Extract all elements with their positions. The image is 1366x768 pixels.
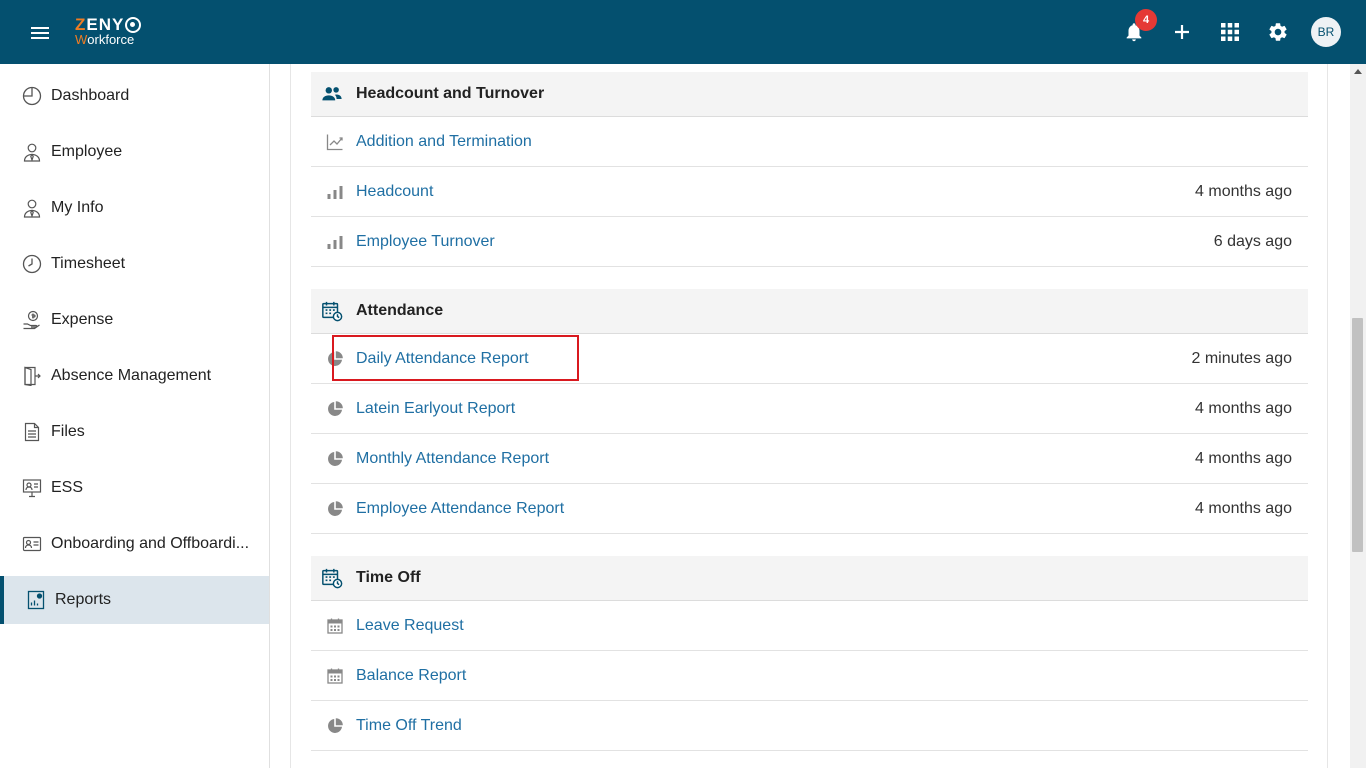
sidebar-item-employee[interactable]: Employee: [0, 128, 269, 176]
section-header-attendance: Attendance: [311, 289, 1308, 334]
report-link-time-off-trend[interactable]: Time Off Trend: [356, 717, 462, 735]
report-link-employee-attendance[interactable]: Employee Attendance Report: [356, 500, 564, 518]
report-link-employee-turnover[interactable]: Employee Turnover: [356, 233, 495, 251]
report-link-headcount[interactable]: Headcount: [356, 183, 433, 201]
clock-icon: [22, 254, 42, 274]
sidebar-item-absence-management[interactable]: Absence Management: [0, 352, 269, 400]
report-row: Time Off Trend: [311, 701, 1308, 751]
calendar-icon: [326, 617, 344, 635]
sidebar-item-reports[interactable]: Reports: [0, 576, 269, 624]
people-icon: [321, 83, 343, 105]
report-link-latein-earlyout[interactable]: Latein Earlyout Report: [356, 400, 515, 418]
section-header-headcount-turnover: Headcount and Turnover: [311, 72, 1308, 117]
sidebar-item-timesheet[interactable]: Timesheet: [0, 240, 269, 288]
report-row: Balance Report: [311, 651, 1308, 701]
main-scrollbar[interactable]: [1350, 64, 1366, 768]
report-row: Employee Attendance Report 4 months ago: [311, 484, 1308, 534]
zenyo-logo[interactable]: Z ENY W orkforce: [75, 16, 155, 48]
sidebar-item-onboarding-offboarding[interactable]: Onboarding and Offboardi...: [0, 520, 269, 568]
pie-chart-icon: [326, 500, 344, 518]
money-hand-icon: [22, 310, 42, 330]
report-link-monthly-attendance[interactable]: Monthly Attendance Report: [356, 450, 549, 468]
settings-gear-icon[interactable]: [1264, 18, 1292, 46]
sidebar: Dashboard Employee My Info Timesheet Exp…: [0, 64, 270, 768]
report-row: Daily Attendance Report 2 minutes ago: [311, 334, 1308, 384]
pie-chart-icon: [326, 350, 344, 368]
calendar-clock-icon: [321, 567, 343, 589]
top-bar: Z ENY W orkforce 4 BR: [0, 0, 1366, 64]
pie-chart-icon: [326, 400, 344, 418]
person-tie-icon: [22, 142, 42, 162]
sidebar-item-dashboard[interactable]: Dashboard: [0, 72, 269, 120]
sidebar-item-ess[interactable]: ESS: [0, 464, 269, 512]
apps-grid-icon[interactable]: [1216, 18, 1244, 46]
report-row: Monthly Attendance Report 4 months ago: [311, 434, 1308, 484]
pie-chart-icon: [326, 450, 344, 468]
report-row: Addition and Termination: [311, 117, 1308, 167]
report-row: Leave Request: [311, 601, 1308, 651]
clock-pie-icon: [22, 86, 42, 106]
calendar-icon: [326, 667, 344, 685]
report-row: Latein Earlyout Report 4 months ago: [311, 384, 1308, 434]
line-chart-icon: [326, 133, 344, 151]
main-content: Headcount and Turnover Addition and Term…: [270, 64, 1350, 768]
sidebar-item-expense[interactable]: Expense: [0, 296, 269, 344]
report-link-addition-termination[interactable]: Addition and Termination: [356, 133, 532, 151]
sidebar-item-files[interactable]: Files: [0, 408, 269, 456]
report-icon: [26, 590, 46, 610]
file-icon: [22, 422, 42, 442]
section-header-time-off: Time Off: [311, 556, 1308, 601]
reports-panel: Headcount and Turnover Addition and Term…: [290, 64, 1328, 768]
door-exit-icon: [22, 366, 42, 386]
logo-o-mark: [125, 16, 142, 33]
scrollbar-thumb[interactable]: [1352, 318, 1363, 552]
scroll-up-arrow-icon[interactable]: [1354, 69, 1362, 74]
notification-badge[interactable]: 4: [1135, 9, 1157, 31]
sidebar-item-my-info[interactable]: My Info: [0, 184, 269, 232]
report-row: Employee Turnover 6 days ago: [311, 217, 1308, 267]
id-card-icon: [22, 534, 42, 554]
bar-chart-icon: [326, 233, 344, 251]
bar-chart-icon: [326, 183, 344, 201]
monitor-person-icon: [22, 478, 42, 498]
pie-chart-icon: [326, 717, 344, 735]
menu-icon[interactable]: [28, 21, 52, 43]
add-icon[interactable]: [1168, 18, 1196, 46]
report-link-leave-request[interactable]: Leave Request: [356, 617, 464, 635]
report-link-balance-report[interactable]: Balance Report: [356, 667, 466, 685]
report-row: Headcount 4 months ago: [311, 167, 1308, 217]
calendar-clock-icon: [321, 300, 343, 322]
person-tie-icon: [22, 198, 42, 218]
user-avatar[interactable]: BR: [1311, 17, 1341, 47]
report-link-daily-attendance[interactable]: Daily Attendance Report: [356, 350, 529, 368]
